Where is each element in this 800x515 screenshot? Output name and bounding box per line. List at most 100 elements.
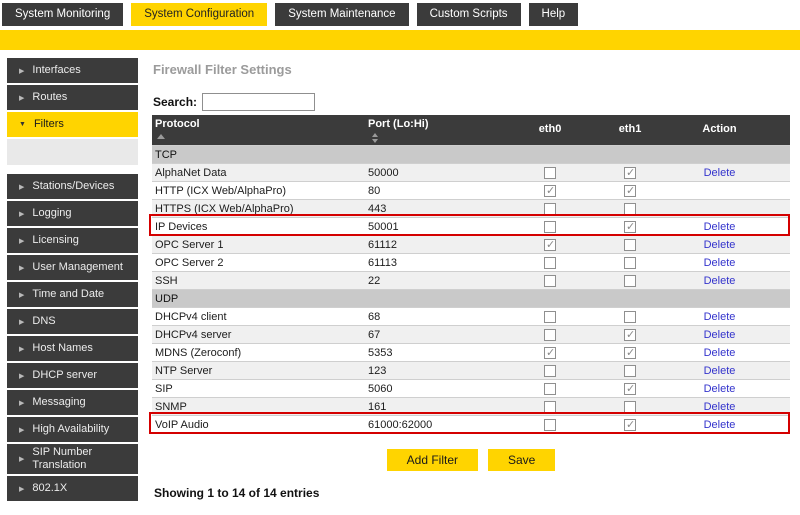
delete-link[interactable]: Delete xyxy=(704,257,736,269)
eth1-cell xyxy=(590,326,670,344)
eth0-checkbox[interactable] xyxy=(544,329,556,341)
sidebar-item-stations-devices[interactable]: ▶Stations/Devices xyxy=(7,174,138,199)
column-header-port-label: Port (Lo:Hi) xyxy=(368,118,428,130)
tab-system-maintenance[interactable]: System Maintenance xyxy=(275,3,408,26)
eth0-cell xyxy=(510,164,590,182)
eth1-checkbox[interactable] xyxy=(624,257,636,269)
tab-help[interactable]: Help xyxy=(529,3,579,26)
eth1-checkbox[interactable] xyxy=(624,383,636,395)
search-row: Search: xyxy=(153,93,315,111)
eth0-checkbox[interactable] xyxy=(544,257,556,269)
eth1-checkbox[interactable] xyxy=(624,275,636,287)
eth0-checkbox[interactable] xyxy=(544,185,556,197)
sidebar-item-802-1x[interactable]: ▶802.1X xyxy=(7,476,138,501)
eth0-cell xyxy=(510,362,590,380)
sidebar-item-label: DNS xyxy=(32,315,55,328)
eth0-checkbox[interactable] xyxy=(544,401,556,413)
eth1-checkbox[interactable] xyxy=(624,239,636,251)
eth0-cell xyxy=(510,218,590,236)
eth1-checkbox[interactable] xyxy=(624,401,636,413)
delete-link[interactable]: Delete xyxy=(704,329,736,341)
sidebar-item-dhcp-server[interactable]: ▶DHCP server xyxy=(7,363,138,388)
delete-link[interactable]: Delete xyxy=(704,167,736,179)
search-input[interactable] xyxy=(202,93,315,111)
delete-link[interactable]: Delete xyxy=(704,311,736,323)
eth1-checkbox[interactable] xyxy=(624,329,636,341)
tab-system-monitoring[interactable]: System Monitoring xyxy=(2,3,123,26)
sidebar-item-label: SIP Number Translation xyxy=(32,446,134,472)
delete-link[interactable]: Delete xyxy=(704,383,736,395)
eth0-cell xyxy=(510,182,590,200)
sidebar-item-licensing[interactable]: ▶Licensing xyxy=(7,228,138,253)
column-header-protocol[interactable]: Protocol xyxy=(152,115,365,146)
sidebar-item-label: Filters xyxy=(34,118,64,131)
eth1-checkbox[interactable] xyxy=(624,347,636,359)
sidebar-item-time-and-date[interactable]: ▶Time and Date xyxy=(7,282,138,307)
chevron-right-icon: ▶ xyxy=(19,94,24,102)
eth0-checkbox[interactable] xyxy=(544,239,556,251)
eth1-cell xyxy=(590,254,670,272)
eth0-checkbox[interactable] xyxy=(544,311,556,323)
filter-row-snmp: SNMP161Delete xyxy=(152,398,790,416)
eth0-checkbox[interactable] xyxy=(544,203,556,215)
column-header-port[interactable]: Port (Lo:Hi) xyxy=(365,115,510,146)
eth1-checkbox[interactable] xyxy=(624,203,636,215)
sidebar-item-routes[interactable]: ▶ Routes xyxy=(7,85,138,110)
eth0-checkbox[interactable] xyxy=(544,167,556,179)
sidebar-item-logging[interactable]: ▶Logging xyxy=(7,201,138,226)
eth0-cell xyxy=(510,326,590,344)
eth0-checkbox[interactable] xyxy=(544,383,556,395)
protocol-cell: DHCPv4 server xyxy=(152,326,365,344)
eth0-checkbox[interactable] xyxy=(544,365,556,377)
protocol-section-row-udp: UDP xyxy=(152,290,790,308)
sidebar-item-user-management[interactable]: ▶User Management xyxy=(7,255,138,280)
sidebar-item-dns[interactable]: ▶ DNS xyxy=(7,309,138,334)
filter-row-https-icx-web-alphapro: HTTPS (ICX Web/AlphaPro)443 xyxy=(152,200,790,218)
eth0-cell xyxy=(510,200,590,218)
eth0-cell xyxy=(510,272,590,290)
eth0-checkbox[interactable] xyxy=(544,419,556,431)
protocol-cell: IP Devices xyxy=(152,218,365,236)
protocol-cell: HTTP (ICX Web/AlphaPro) xyxy=(152,182,365,200)
sidebar-item-host-names[interactable]: ▶Host Names xyxy=(7,336,138,361)
tab-custom-scripts[interactable]: Custom Scripts xyxy=(417,3,521,26)
filter-row-dhcpv4-server: DHCPv4 server67Delete xyxy=(152,326,790,344)
chevron-right-icon: ▶ xyxy=(19,426,24,434)
eth0-checkbox[interactable] xyxy=(544,347,556,359)
delete-link[interactable]: Delete xyxy=(704,419,736,431)
protocol-cell: SNMP xyxy=(152,398,365,416)
eth0-checkbox[interactable] xyxy=(544,221,556,233)
sidebar-item-high-availability[interactable]: ▶High Availability xyxy=(7,417,138,442)
delete-link[interactable]: Delete xyxy=(704,401,736,413)
filter-row-ntp-server: NTP Server123Delete xyxy=(152,362,790,380)
sidebar-item-messaging[interactable]: ▶Messaging xyxy=(7,390,138,415)
eth1-checkbox[interactable] xyxy=(624,311,636,323)
delete-link[interactable]: Delete xyxy=(704,347,736,359)
column-header-action: Action xyxy=(670,115,790,146)
eth1-cell xyxy=(590,362,670,380)
sidebar-item-sip-number-translation[interactable]: ▶SIP Number Translation xyxy=(7,444,138,474)
sidebar-item-interfaces[interactable]: ▶Interfaces xyxy=(7,58,138,83)
delete-link[interactable]: Delete xyxy=(704,365,736,377)
eth1-checkbox[interactable] xyxy=(624,167,636,179)
chevron-right-icon: ▶ xyxy=(19,291,24,299)
sidebar-item-filters[interactable]: ▼Filters xyxy=(7,112,138,137)
delete-link[interactable]: Delete xyxy=(704,221,736,233)
protocol-cell: VoIP Audio xyxy=(152,416,365,434)
section-label: TCP xyxy=(152,146,790,164)
port-cell: 61000:62000 xyxy=(365,416,510,434)
eth1-checkbox[interactable] xyxy=(624,185,636,197)
delete-link[interactable]: Delete xyxy=(704,239,736,251)
save-button[interactable]: Save xyxy=(488,449,555,471)
delete-link[interactable]: Delete xyxy=(704,275,736,287)
eth0-checkbox[interactable] xyxy=(544,275,556,287)
sidebar-item-label: Routes xyxy=(32,91,67,104)
action-cell: Delete xyxy=(670,398,790,416)
chevron-right-icon: ▶ xyxy=(19,318,24,326)
port-cell: 61112 xyxy=(365,236,510,254)
add-filter-button[interactable]: Add Filter xyxy=(387,449,478,471)
eth1-checkbox[interactable] xyxy=(624,221,636,233)
eth1-checkbox[interactable] xyxy=(624,419,636,431)
tab-system-configuration[interactable]: System Configuration xyxy=(131,3,267,26)
eth1-checkbox[interactable] xyxy=(624,365,636,377)
